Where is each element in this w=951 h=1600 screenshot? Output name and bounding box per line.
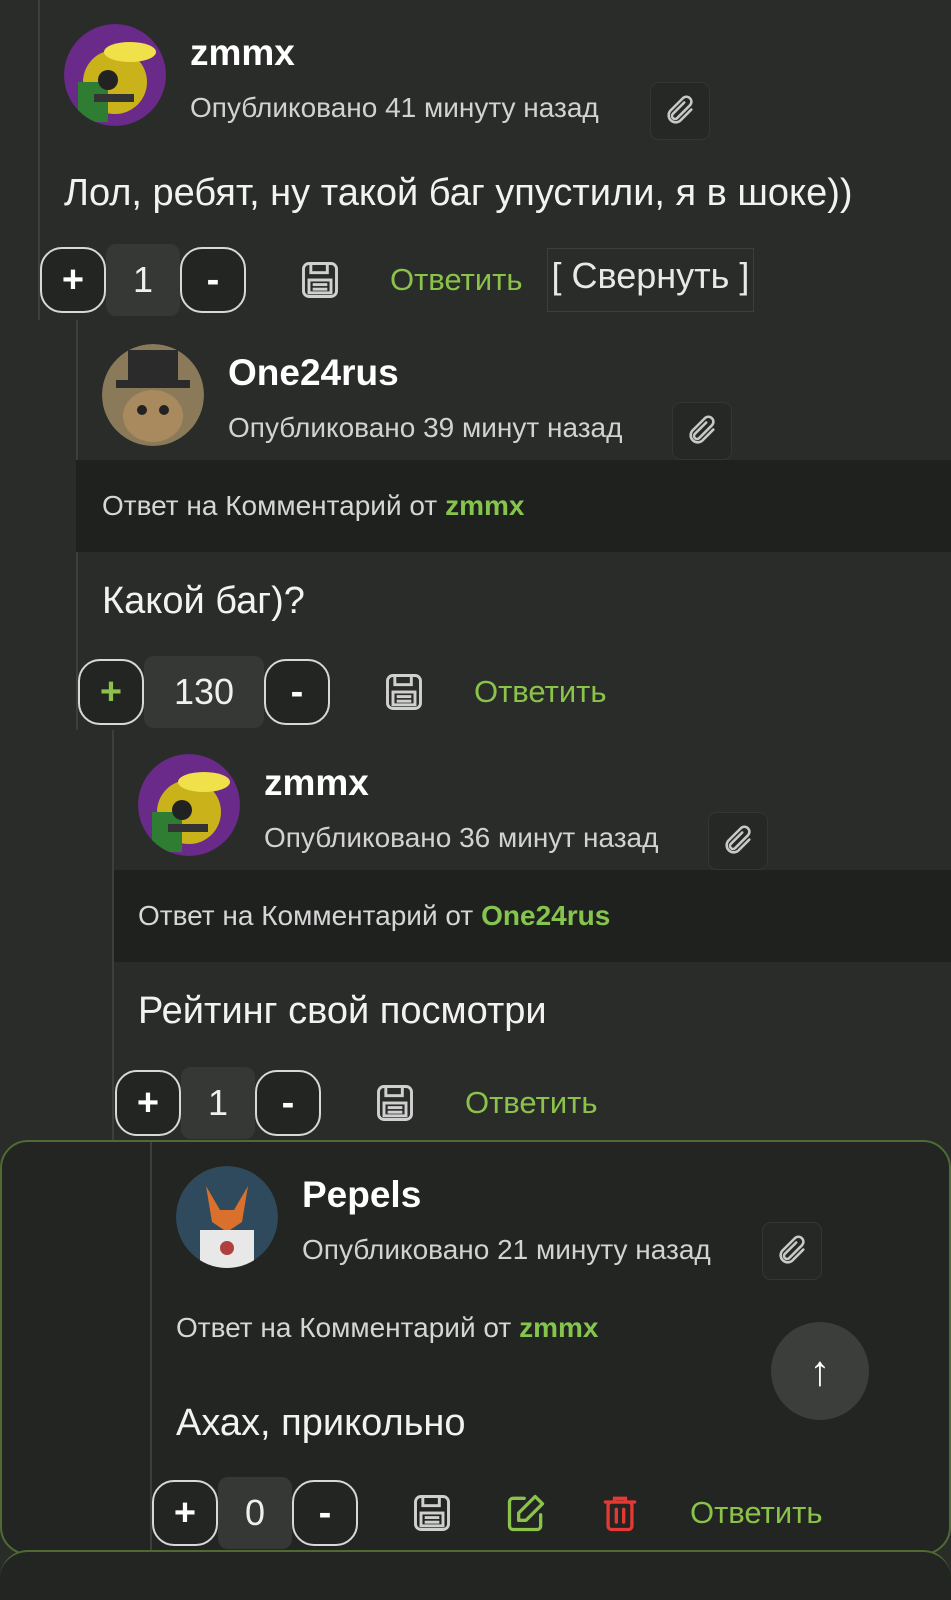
save-icon[interactable] (380, 668, 428, 716)
reply-context: Ответ на Комментарий от One24rus (114, 870, 951, 962)
reply-link[interactable]: Ответить (690, 1495, 823, 1531)
edit-icon[interactable] (502, 1489, 550, 1537)
comment-text: Какой баг)? (102, 580, 305, 622)
downvote-button[interactable]: - (292, 1480, 358, 1546)
reply-context-author[interactable]: zmmx (519, 1312, 598, 1344)
comment-header: Pepels Опубликовано 21 минуту назад (176, 1166, 951, 1280)
vote-count: 1 (106, 244, 180, 316)
comment-text: Рейтинг свой посмотри (138, 990, 547, 1032)
reply-context: Ответ на Комментарий от zmmx (76, 460, 951, 552)
comment-actions: + 0 - Ответить (152, 1477, 823, 1549)
paperclip-icon[interactable] (650, 82, 710, 140)
arrow-up-icon: ↑ (809, 1347, 831, 1394)
vote-count: 0 (218, 1477, 292, 1549)
comment-timestamp: Опубликовано 36 минут назад (264, 822, 659, 853)
save-icon[interactable] (408, 1489, 456, 1537)
comment-header: zmmx Опубликовано 36 минут назад (138, 754, 951, 870)
comment-actions: + 130 - Ответить (78, 656, 607, 728)
avatar[interactable] (102, 344, 204, 446)
comment-actions: + 1 - Ответить (115, 1067, 598, 1139)
reply-link[interactable]: Ответить (390, 262, 523, 298)
comment-text: Ахах, прикольно (176, 1402, 466, 1444)
paperclip-icon[interactable] (708, 812, 768, 870)
reply-link[interactable]: Ответить (474, 674, 607, 710)
avatar[interactable] (176, 1166, 278, 1268)
reply-link[interactable]: Ответить (465, 1085, 598, 1121)
upvote-button[interactable]: + (40, 247, 106, 313)
reply-context-author[interactable]: One24rus (481, 900, 610, 932)
paperclip-icon[interactable] (762, 1222, 822, 1280)
downvote-button[interactable]: - (180, 247, 246, 313)
reply-context-label: Ответ на Комментарий от (102, 490, 438, 521)
vote-count: 1 (181, 1067, 255, 1139)
reply-context-author[interactable]: zmmx (445, 490, 524, 522)
upvote-button[interactable]: + (78, 659, 144, 725)
trash-icon[interactable] (596, 1489, 644, 1537)
reply-context-label: Ответ на Комментарий от (138, 900, 474, 931)
save-icon[interactable] (371, 1079, 419, 1127)
comment-timestamp: Опубликовано 41 минуту назад (190, 92, 599, 123)
comment-header: zmmx Опубликовано 41 минуту назад (64, 24, 951, 140)
comment-text: Лол, ребят, ну такой баг упустили, я в ш… (64, 172, 853, 214)
comment-author[interactable]: One24rus (228, 352, 399, 394)
scroll-top-button[interactable]: ↑ (771, 1322, 869, 1420)
comment-timestamp: Опубликовано 39 минут назад (228, 412, 623, 443)
upvote-button[interactable]: + (152, 1480, 218, 1546)
vote-count: 130 (144, 656, 264, 728)
comment-author[interactable]: zmmx (264, 762, 369, 804)
avatar[interactable] (64, 24, 166, 126)
downvote-button[interactable]: - (264, 659, 330, 725)
comment-author[interactable]: Pepels (302, 1174, 421, 1216)
comment-actions: + 1 - Ответить [ Свернуть ] (40, 244, 755, 316)
comment-timestamp: Опубликовано 21 минуту назад (302, 1234, 711, 1265)
next-comment-edge (0, 1550, 951, 1600)
comment-header: One24rus Опубликовано 39 минут назад (102, 344, 951, 460)
comment-author[interactable]: zmmx (190, 32, 295, 74)
avatar[interactable] (138, 754, 240, 856)
upvote-button[interactable]: + (115, 1070, 181, 1136)
collapse-link[interactable]: [ Свернуть ] (546, 248, 755, 312)
reply-context-label: Ответ на Комментарий от (176, 1312, 512, 1343)
save-icon[interactable] (296, 256, 344, 304)
paperclip-icon[interactable] (672, 402, 732, 460)
downvote-button[interactable]: - (255, 1070, 321, 1136)
